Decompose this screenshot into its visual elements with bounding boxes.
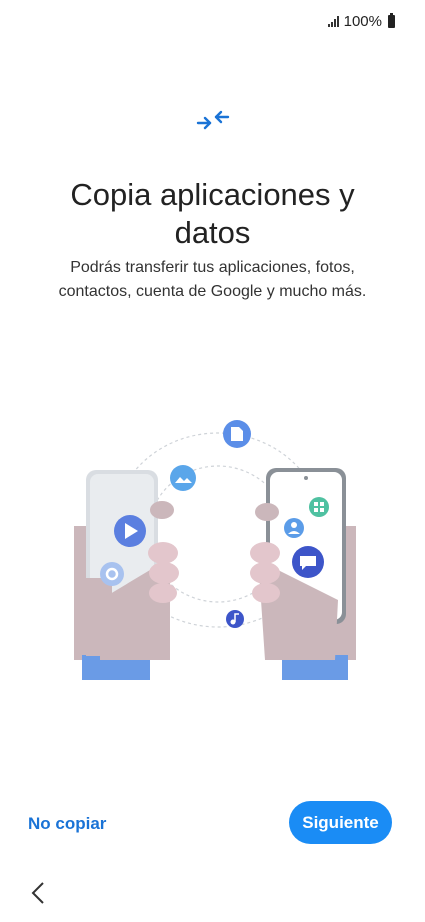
apps-icon (309, 497, 329, 517)
chevron-left-icon[interactable] (28, 880, 50, 906)
page-title: Copia aplicaciones y datos (70, 176, 355, 250)
phone-transfer-illustration (74, 420, 356, 680)
message-icon (292, 546, 324, 578)
settings-icon (100, 562, 124, 586)
next-button[interactable]: Siguiente (289, 801, 392, 844)
battery-percentage: 100% (343, 12, 382, 30)
contact-icon (284, 518, 304, 538)
page-subtitle: Podrás transferir tus aplicaciones, foto… (58, 259, 367, 300)
document-icon (223, 420, 251, 448)
play-icon (114, 515, 146, 547)
status-bar: 100% (327, 8, 395, 34)
battery-icon (388, 12, 395, 28)
signal-icon (327, 15, 339, 27)
music-icon (226, 610, 244, 628)
image-icon (170, 465, 196, 491)
no-copy-button[interactable]: No copiar (28, 810, 106, 838)
transfer-arrows-icon (196, 110, 230, 130)
